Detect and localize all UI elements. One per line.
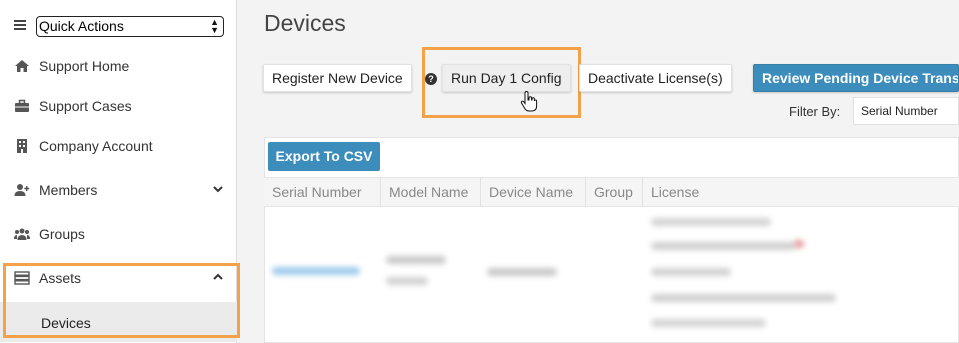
blurred-license xyxy=(651,319,766,327)
building-icon xyxy=(17,139,27,153)
help-icon[interactable]: ? xyxy=(425,73,437,85)
column-header-group[interactable]: Group xyxy=(586,178,643,206)
run-day1-config-button[interactable]: Run Day 1 Config xyxy=(442,64,571,92)
page-title: Devices xyxy=(264,10,346,36)
sidebar-item-label: Assets xyxy=(39,270,82,286)
select-arrows-icon: ▲ ▼ xyxy=(210,17,219,35)
chevron-up-icon[interactable] xyxy=(213,272,223,282)
home-icon xyxy=(15,60,29,72)
blurred-model-name xyxy=(386,256,446,264)
sidebar-item-groups[interactable]: Groups xyxy=(0,214,237,254)
register-new-device-button[interactable]: Register New Device xyxy=(263,64,412,92)
sidebar-item-support-cases[interactable]: Support Cases xyxy=(0,86,237,126)
blurred-license-badge xyxy=(794,240,804,248)
sidebar-item-members[interactable]: Members xyxy=(0,170,237,210)
deactivate-licenses-button[interactable]: Deactivate License(s) xyxy=(579,64,732,92)
sidebar-item-label: Members xyxy=(39,182,98,198)
column-header-serial-number[interactable]: Serial Number xyxy=(264,178,381,206)
sidebar-subitem-label: Devices xyxy=(41,315,91,331)
blurred-serial-link[interactable] xyxy=(272,267,360,275)
column-header-device-name[interactable]: Device Name xyxy=(481,178,586,206)
blurred-device-name xyxy=(487,268,557,276)
sidebar-subitem-devices[interactable]: Devices xyxy=(0,302,237,342)
user-plus-icon xyxy=(14,184,30,196)
sidebar-item-company-account[interactable]: Company Account xyxy=(0,126,237,166)
column-header-model-name[interactable]: Model Name xyxy=(381,178,481,206)
sidebar-item-label: Groups xyxy=(39,226,85,242)
briefcase-icon xyxy=(15,99,29,112)
chevron-down-icon[interactable] xyxy=(213,184,223,194)
sidebar-item-label: Support Cases xyxy=(39,98,132,114)
quick-actions-value: Quick Actions xyxy=(39,18,124,34)
review-pending-transfers-button[interactable]: Review Pending Device Transf xyxy=(753,64,959,92)
quick-actions-select[interactable]: Quick Actions ▲ ▼ xyxy=(36,16,224,37)
hamburger-menu-icon[interactable] xyxy=(14,20,26,30)
table-header: Serial Number Model Name Device Name Gro… xyxy=(264,177,959,207)
hand-pointer-cursor-icon xyxy=(520,91,538,112)
users-icon xyxy=(14,228,30,240)
blurred-license xyxy=(651,218,771,226)
column-header-license[interactable]: License xyxy=(643,178,959,206)
sidebar-item-assets[interactable]: Assets xyxy=(0,258,237,298)
export-csv-button[interactable]: Export To CSV xyxy=(268,142,380,171)
blurred-model-name xyxy=(386,277,428,285)
sidebar-item-label: Support Home xyxy=(39,58,130,74)
sidebar-item-support-home[interactable]: Support Home xyxy=(0,46,237,86)
server-icon xyxy=(14,271,30,285)
blurred-license xyxy=(651,268,731,276)
blurred-license xyxy=(651,242,796,250)
blurred-license xyxy=(651,294,836,302)
filter-by-label: Filter By: xyxy=(789,104,841,119)
sidebar: Quick Actions ▲ ▼ Support Home Support Ca… xyxy=(0,0,237,343)
sidebar-item-label: Company Account xyxy=(39,138,153,154)
filter-by-select[interactable]: Serial Number xyxy=(853,97,959,125)
